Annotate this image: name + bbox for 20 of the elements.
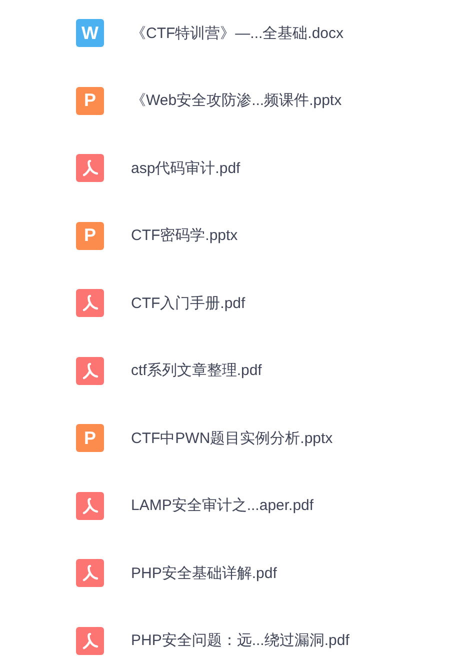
file-name[interactable]: ctf系列文章整理.pdf	[131, 361, 262, 380]
presentation-icon: P	[76, 424, 104, 452]
file-name[interactable]: asp代码审计.pdf	[131, 158, 240, 178]
presentation-icon: P	[76, 86, 104, 114]
pdf-icon	[76, 559, 104, 587]
presentation-icon: P	[76, 222, 104, 250]
file-name[interactable]: CTF入门手册.pdf	[131, 294, 246, 312]
file-name[interactable]: PHP安全问题：远...绕过漏洞.pdf	[131, 631, 350, 650]
file-name[interactable]: CTF密码学.pptx	[131, 226, 238, 245]
file-name[interactable]: 《CTF特训营》—...全基础.docx	[131, 24, 344, 42]
pdf-icon	[76, 492, 104, 520]
document-icon: W	[76, 19, 104, 47]
pdf-icon	[76, 289, 104, 317]
pdf-icon	[76, 154, 104, 182]
file-name[interactable]: 《Web安全攻防渗...频课件.pptx	[131, 91, 342, 110]
file-name[interactable]: PHP安全基础详解.pdf	[131, 564, 277, 582]
file-name[interactable]: CTF中PWN题目实例分析.pptx	[131, 428, 333, 448]
file-name[interactable]: LAMP安全审计之...aper.pdf	[131, 496, 314, 515]
pdf-icon	[76, 626, 104, 654]
pdf-icon	[76, 356, 104, 384]
